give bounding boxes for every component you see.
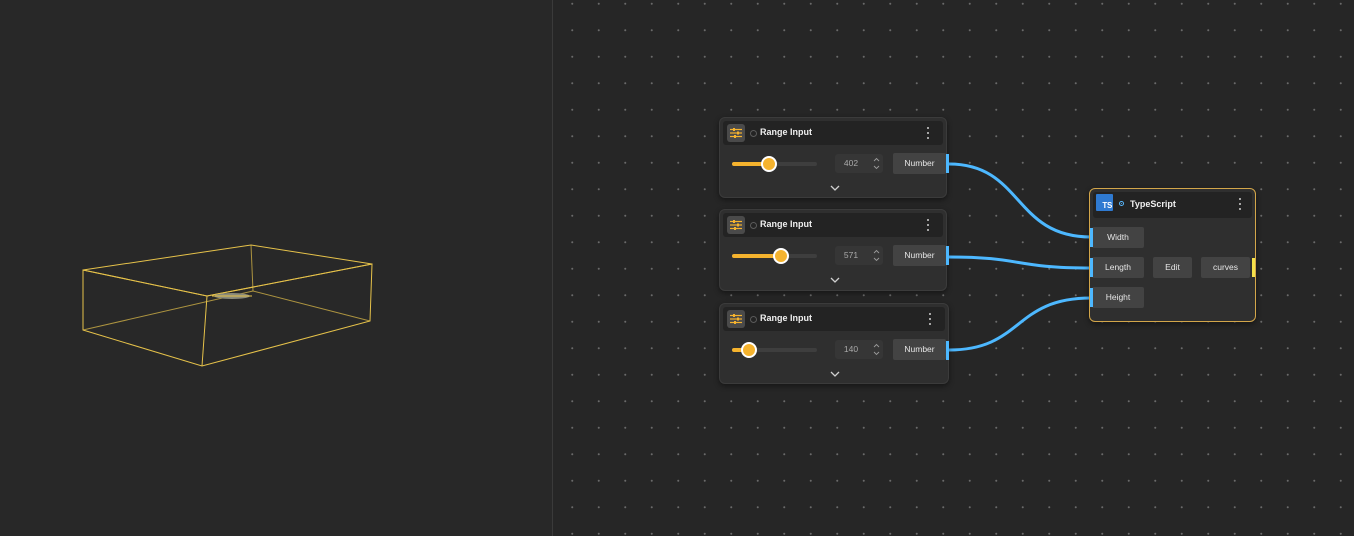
- slider-thumb[interactable]: [760, 156, 777, 172]
- range-slider[interactable]: [732, 156, 817, 172]
- output-port-handle[interactable]: [1252, 258, 1255, 277]
- node-title: TypeScript: [1130, 199, 1176, 209]
- node-header[interactable]: Range Input: [723, 213, 943, 237]
- kebab-menu-icon[interactable]: [925, 127, 931, 139]
- range-slider[interactable]: [732, 248, 817, 264]
- number-value[interactable]: 571: [835, 250, 867, 260]
- node-graph-canvas[interactable]: Range Input 402 Number Range Input 571 N…: [553, 0, 1354, 536]
- slider-thumb[interactable]: [741, 342, 758, 358]
- node-title: Range Input: [760, 127, 812, 137]
- number-field[interactable]: 402: [835, 154, 883, 173]
- range-input-node[interactable]: Range Input 140 Number: [719, 303, 949, 384]
- kebab-menu-icon[interactable]: [925, 219, 931, 231]
- slider-thumb[interactable]: [772, 248, 789, 264]
- input-port-handle[interactable]: [1090, 288, 1093, 307]
- spinner-icon[interactable]: [873, 248, 880, 263]
- sliders-icon: [727, 124, 745, 142]
- 3d-viewport[interactable]: [0, 0, 552, 536]
- chevron-down-icon[interactable]: [829, 370, 841, 378]
- box-wireframe: [82, 244, 373, 367]
- input-port-width[interactable]: Width: [1092, 227, 1144, 248]
- wire-width: [948, 162, 1092, 239]
- spinner-icon[interactable]: [873, 156, 880, 171]
- chevron-down-icon[interactable]: [829, 276, 841, 284]
- number-value[interactable]: 402: [835, 158, 867, 168]
- number-field[interactable]: 140: [835, 340, 883, 359]
- node-header[interactable]: Range Input: [723, 307, 945, 331]
- output-port-number[interactable]: Number: [893, 339, 946, 360]
- status-dot: [750, 130, 757, 137]
- output-port-handle[interactable]: [946, 154, 949, 173]
- input-port-handle[interactable]: [1090, 228, 1093, 247]
- spinner-icon[interactable]: [873, 342, 880, 357]
- status-dot: [750, 222, 757, 229]
- input-port-height[interactable]: Height: [1092, 287, 1144, 308]
- chevron-down-icon[interactable]: [829, 184, 841, 192]
- output-port-curves[interactable]: curves: [1201, 257, 1250, 278]
- input-port-handle[interactable]: [1090, 258, 1093, 277]
- sliders-icon: [727, 310, 745, 328]
- node-header[interactable]: Range Input: [723, 121, 943, 145]
- number-field[interactable]: 571: [835, 246, 883, 265]
- range-slider[interactable]: [732, 342, 817, 358]
- range-input-node[interactable]: Range Input 402 Number: [719, 117, 949, 198]
- typescript-node[interactable]: TS TypeScript Width Length Height Edit c…: [1089, 188, 1256, 322]
- number-value[interactable]: 140: [835, 344, 867, 354]
- status-dot: [750, 316, 757, 323]
- kebab-menu-icon[interactable]: [927, 313, 933, 325]
- output-port-number[interactable]: Number: [893, 245, 946, 266]
- wire-height: [948, 296, 1092, 352]
- node-title: Range Input: [760, 313, 812, 323]
- kebab-menu-icon[interactable]: [1237, 198, 1243, 210]
- range-input-node[interactable]: Range Input 571 Number: [719, 209, 949, 291]
- node-title: Range Input: [760, 219, 812, 229]
- input-port-length[interactable]: Length: [1092, 257, 1144, 278]
- output-port-handle[interactable]: [946, 341, 949, 360]
- output-port-handle[interactable]: [946, 246, 949, 265]
- wire-length: [948, 255, 1092, 270]
- sliders-icon: [727, 216, 745, 234]
- typescript-icon: TS: [1096, 194, 1113, 211]
- status-dot: [1119, 201, 1124, 206]
- output-port-number[interactable]: Number: [893, 153, 946, 174]
- edit-button[interactable]: Edit: [1153, 257, 1192, 278]
